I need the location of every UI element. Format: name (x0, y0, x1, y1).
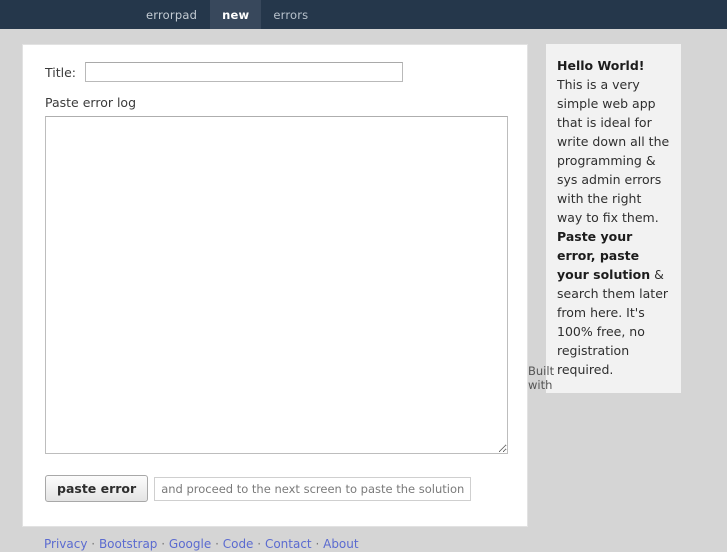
error-log-textarea[interactable] (45, 116, 508, 454)
nav-brand-label: errorpad (146, 7, 198, 22)
new-error-form: Title: Paste error log paste error and p… (45, 61, 510, 502)
nav-item-new-label: new (222, 7, 250, 22)
footer-links: Privacy · Bootstrap · Google · Code · Co… (44, 536, 524, 552)
nav-item-errors-label: errors (273, 7, 309, 22)
nav-brand-errorpad[interactable]: errorpad (133, 0, 210, 29)
main-content-card: Title: Paste error log paste error and p… (22, 44, 528, 527)
sidebar-intro-text: Hello World! This is a very simple web a… (557, 56, 670, 379)
error-log-label: Paste error log (45, 95, 137, 110)
footer-separator: · (215, 537, 219, 551)
submit-row: paste error and proceed to the next scre… (45, 475, 510, 502)
paste-error-button[interactable]: paste error (45, 475, 149, 502)
submit-hint-text: and proceed to the next screen to paste … (154, 476, 472, 501)
footer-link-code[interactable]: Code (223, 537, 254, 551)
nav-item-new[interactable]: new (210, 0, 262, 29)
sidebar-emphasis: Paste your error, paste your solution (557, 229, 651, 282)
footer-link-bootstrap[interactable]: Bootstrap (99, 537, 157, 551)
footer-link-contact[interactable]: Contact (265, 537, 312, 551)
footer-link-about[interactable]: About (323, 537, 358, 551)
sidebar-body-part1: This is a very simple web app that is id… (557, 77, 670, 225)
title-input[interactable] (85, 62, 403, 82)
footer-separator: · (257, 537, 262, 551)
sidebar-heading: Hello World! (557, 58, 645, 73)
footer-link-privacy[interactable]: Privacy (44, 537, 87, 551)
sidebar-panel: Hello World! This is a very simple web a… (546, 44, 681, 393)
title-field-row: Title: (45, 61, 510, 83)
footer-link-google[interactable]: Google (169, 537, 211, 551)
title-label: Title: (45, 64, 76, 80)
nav-item-errors[interactable]: errors (261, 0, 320, 29)
footer-separator: · (91, 537, 96, 551)
footer-separator: · (315, 537, 320, 551)
footer-separator: · (161, 537, 166, 551)
nav-items-container: errorpad new errors (133, 0, 320, 29)
sidebar-body-part2: & search them later from here. It's 100%… (557, 267, 669, 377)
top-navigation-bar: errorpad new errors (0, 0, 727, 29)
built-with-label: Built with (528, 364, 555, 392)
